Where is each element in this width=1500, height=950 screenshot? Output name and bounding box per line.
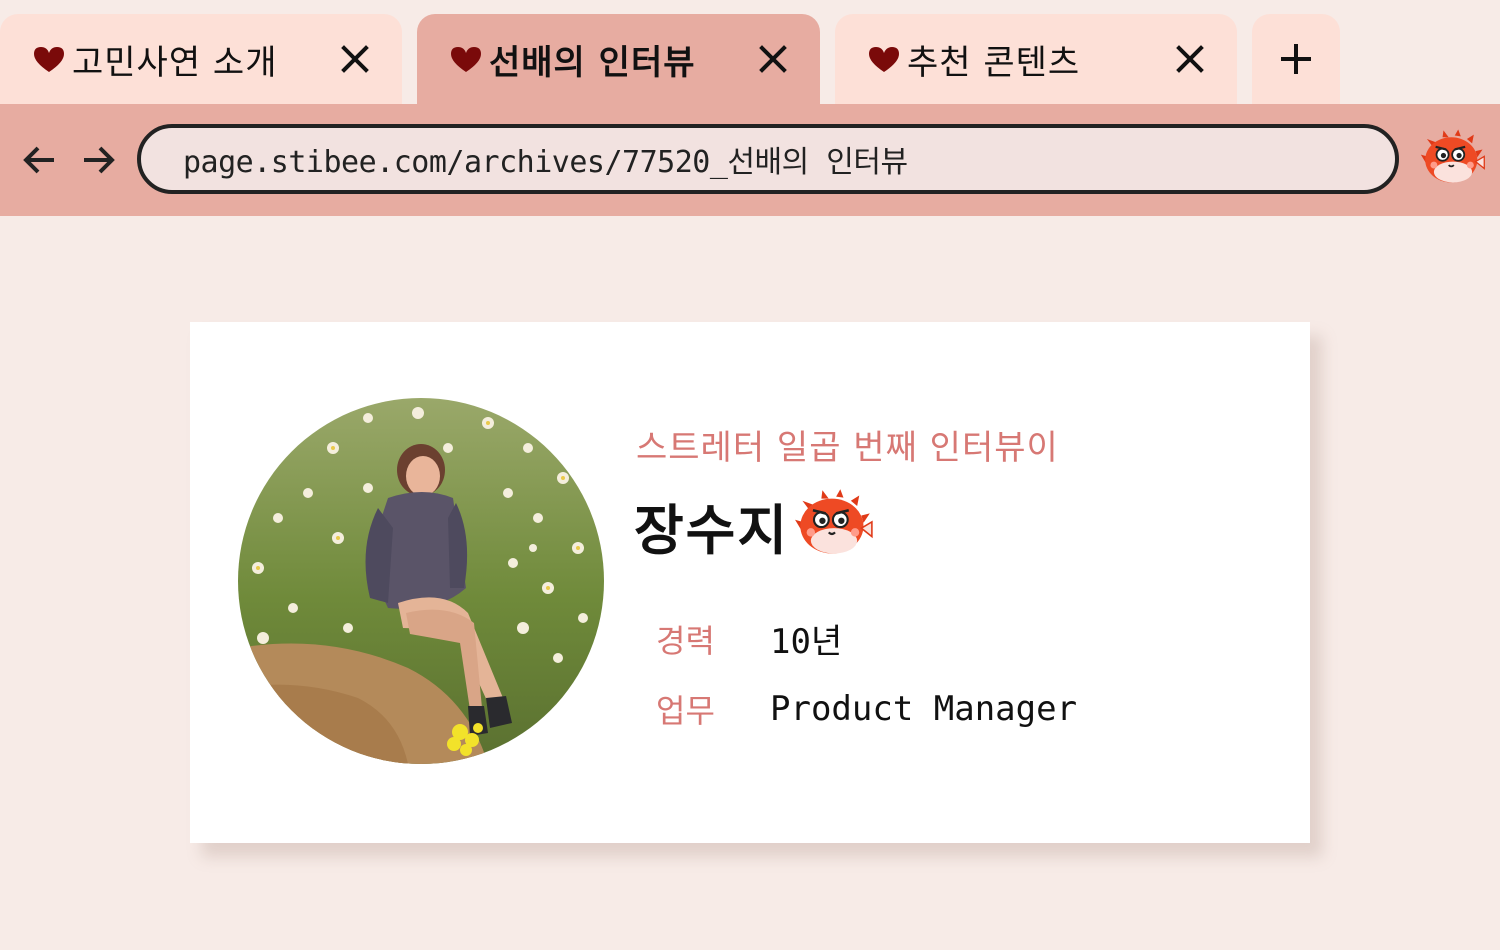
role-label: 업무 bbox=[656, 692, 715, 730]
tab-strip: 고민사연 소개 선배의 인터뷰 추천 콘텐츠 bbox=[0, 0, 1500, 104]
arrow-right-icon[interactable] bbox=[80, 142, 116, 178]
pufferfish-icon bbox=[794, 488, 874, 555]
heart-icon bbox=[869, 47, 899, 72]
heart-icon bbox=[34, 47, 64, 72]
profile-card: 스트레터 일곱 번째 인터뷰이 장수지 경력 10년 업무 Product Ma… bbox=[190, 322, 1310, 843]
arrow-left-icon[interactable] bbox=[22, 142, 58, 178]
browser-toolbar: page.stibee.com/archives/77520_선배의 인터뷰 bbox=[0, 104, 1500, 216]
url-text[interactable]: page.stibee.com/archives/77520_선배의 인터뷰 bbox=[183, 137, 908, 181]
address-bar[interactable]: page.stibee.com/archives/77520_선배의 인터뷰 bbox=[137, 124, 1399, 194]
role-value: Product Manager bbox=[770, 689, 1078, 729]
heart-icon bbox=[451, 47, 481, 72]
profile-photo bbox=[238, 398, 604, 764]
close-icon[interactable] bbox=[758, 44, 788, 74]
interview-number: 스트레터 일곱 번째 인터뷰이 bbox=[636, 428, 1059, 468]
tab-intro[interactable]: 고민사연 소개 bbox=[0, 14, 402, 104]
tab-label: 추천 콘텐츠 bbox=[907, 42, 1081, 83]
pufferfish-icon[interactable] bbox=[1420, 126, 1486, 192]
career-value: 10년 bbox=[770, 622, 843, 662]
interviewee-name: 장수지 bbox=[634, 499, 790, 562]
role-row: 업무 Product Manager bbox=[656, 686, 1077, 732]
close-icon[interactable] bbox=[340, 44, 370, 74]
tab-label: 고민사연 소개 bbox=[72, 42, 278, 83]
tab-label: 선배의 인터뷰 bbox=[489, 42, 696, 83]
career-label: 경력 bbox=[656, 621, 715, 660]
new-tab-button[interactable] bbox=[1252, 14, 1340, 104]
career-row: 경력 10년 bbox=[656, 614, 842, 663]
plus-icon bbox=[1281, 44, 1311, 74]
close-icon[interactable] bbox=[1175, 44, 1205, 74]
tab-interview[interactable]: 선배의 인터뷰 bbox=[417, 14, 820, 104]
tab-recommended[interactable]: 추천 콘텐츠 bbox=[835, 14, 1237, 104]
